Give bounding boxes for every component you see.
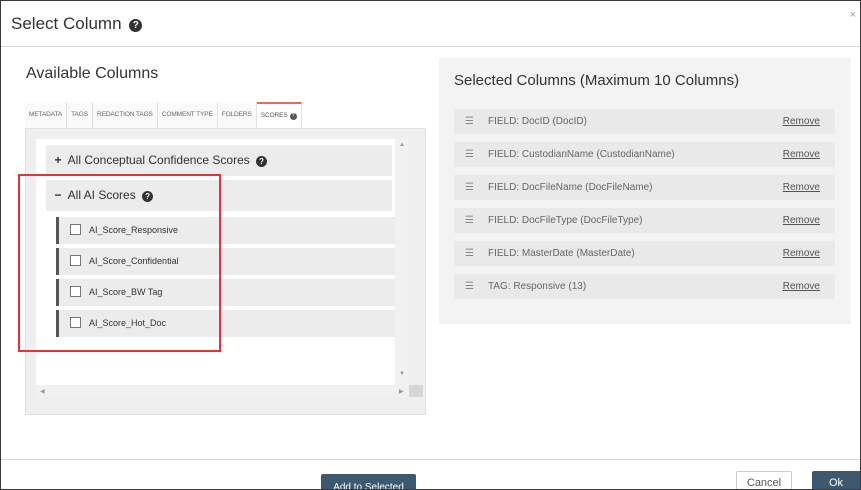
list-item-label: AI_Score_BW Tag [89,287,163,297]
help-icon[interactable]: ? [256,156,268,167]
group-ai-scores[interactable]: − All AI Scores ? [46,180,392,211]
tab-scores[interactable]: SCORES? [256,102,302,128]
list-item-ai-score-bw-tag[interactable]: AI_Score_BW Tag [56,279,395,306]
selected-row-label: FIELD: DocID (DocID) [488,116,587,127]
vertical-scrollbar[interactable]: ▲ ▼ [395,139,409,385]
drag-handle-icon[interactable]: ☰ [465,109,474,134]
column-tabs: METADATA TAGS REDACTION TAGS COMMENT TYP… [25,102,302,128]
select-column-dialog: Select Column ? × Available Columns META… [0,0,861,490]
tab-tags[interactable]: TAGS [67,102,93,128]
remove-link[interactable]: Remove [783,175,820,200]
help-icon[interactable]: ? [142,191,154,202]
selected-row-label: TAG: Responsive (13) [488,281,587,292]
list-item-label: AI_Score_Hot_Doc [89,318,167,328]
selected-row-masterdate[interactable]: ☰ FIELD: MasterDate (MasterDate) Remove [454,241,835,266]
selected-columns-panel: Selected Columns (Maximum 10 Columns) ☰ … [439,58,851,324]
tab-metadata[interactable]: METADATA [25,102,68,128]
group-label: All Conceptual Confidence Scores [67,153,250,167]
drag-handle-icon[interactable]: ☰ [465,208,474,233]
selected-row-docfiletype[interactable]: ☰ FIELD: DocFileType (DocFileType) Remov… [454,208,835,233]
remove-link[interactable]: Remove [783,142,820,167]
dialog-title: Select Column ? [11,14,143,34]
checkbox[interactable] [70,255,81,266]
selected-row-label: FIELD: DocFileName (DocFileName) [488,182,653,193]
list-item-ai-score-hot-doc[interactable]: AI_Score_Hot_Doc [56,310,395,337]
group-conceptual-confidence-scores[interactable]: + All Conceptual Confidence Scores ? [46,145,392,176]
collapse-icon[interactable]: − [51,180,65,211]
available-columns-panel: Available Columns METADATA TAGS REDACTIO… [1,47,441,489]
checkbox[interactable] [70,286,81,297]
list-item-ai-score-responsive[interactable]: AI_Score_Responsive [56,217,395,244]
drag-handle-icon[interactable]: ☰ [465,241,474,266]
help-icon[interactable]: ? [129,19,143,32]
selected-row-docid[interactable]: ☰ FIELD: DocID (DocID) Remove [454,109,835,134]
horizontal-scrollbar[interactable]: ◀ ▶ [36,385,409,397]
remove-link[interactable]: Remove [783,274,820,299]
help-icon[interactable]: ? [289,113,297,120]
selected-columns-title: Selected Columns (Maximum 10 Columns) [454,72,740,89]
list-item-label: AI_Score_Responsive [89,225,179,235]
selected-row-tag-responsive[interactable]: ☰ TAG: Responsive (13) Remove [454,274,835,299]
tab-folders[interactable]: FOLDERS [217,102,257,128]
scrollbar-corner [409,385,423,397]
selected-row-label: FIELD: CustodianName (CustodianName) [488,149,675,160]
checkbox[interactable] [70,317,81,328]
selected-row-custodianname[interactable]: ☰ FIELD: CustodianName (CustodianName) R… [454,142,835,167]
tab-scores-label: SCORES [260,112,288,119]
group-label: All AI Scores [67,188,136,202]
list-item-label: AI_Score_Confidential [89,256,179,266]
scores-tree-container: + All Conceptual Confidence Scores ? − A… [25,128,426,415]
scroll-up-icon[interactable]: ▲ [399,142,405,148]
scroll-left-icon[interactable]: ◀ [40,388,45,395]
close-icon[interactable]: × [850,9,856,21]
tab-comment-type[interactable]: COMMENT TYPE [157,102,218,128]
tab-redaction-tags[interactable]: REDACTION TAGS [92,102,158,128]
scroll-down-icon[interactable]: ▼ [399,371,405,377]
ok-button[interactable]: Ok [812,471,860,489]
dialog-header: Select Column ? × [1,1,860,47]
drag-handle-icon[interactable]: ☰ [465,142,474,167]
available-columns-title: Available Columns [26,65,159,82]
drag-handle-icon[interactable]: ☰ [465,274,474,299]
scores-tree: + All Conceptual Confidence Scores ? − A… [36,139,409,385]
drag-handle-icon[interactable]: ☰ [465,175,474,200]
list-item-ai-score-confidential[interactable]: AI_Score_Confidential [56,248,395,275]
selected-row-label: FIELD: MasterDate (MasterDate) [488,248,635,259]
checkbox[interactable] [70,224,81,235]
selected-row-label: FIELD: DocFileType (DocFileType) [488,215,643,226]
remove-link[interactable]: Remove [783,241,820,266]
scroll-right-icon[interactable]: ▶ [399,388,404,395]
remove-link[interactable]: Remove [783,208,820,233]
selected-row-docfilename[interactable]: ☰ FIELD: DocFileName (DocFileName) Remov… [454,175,835,200]
dialog-footer: Cancel Ok [1,459,860,489]
remove-link[interactable]: Remove [783,109,820,134]
expand-icon[interactable]: + [51,145,65,176]
cancel-button[interactable]: Cancel [736,471,792,489]
dialog-title-text: Select Column [11,14,122,33]
